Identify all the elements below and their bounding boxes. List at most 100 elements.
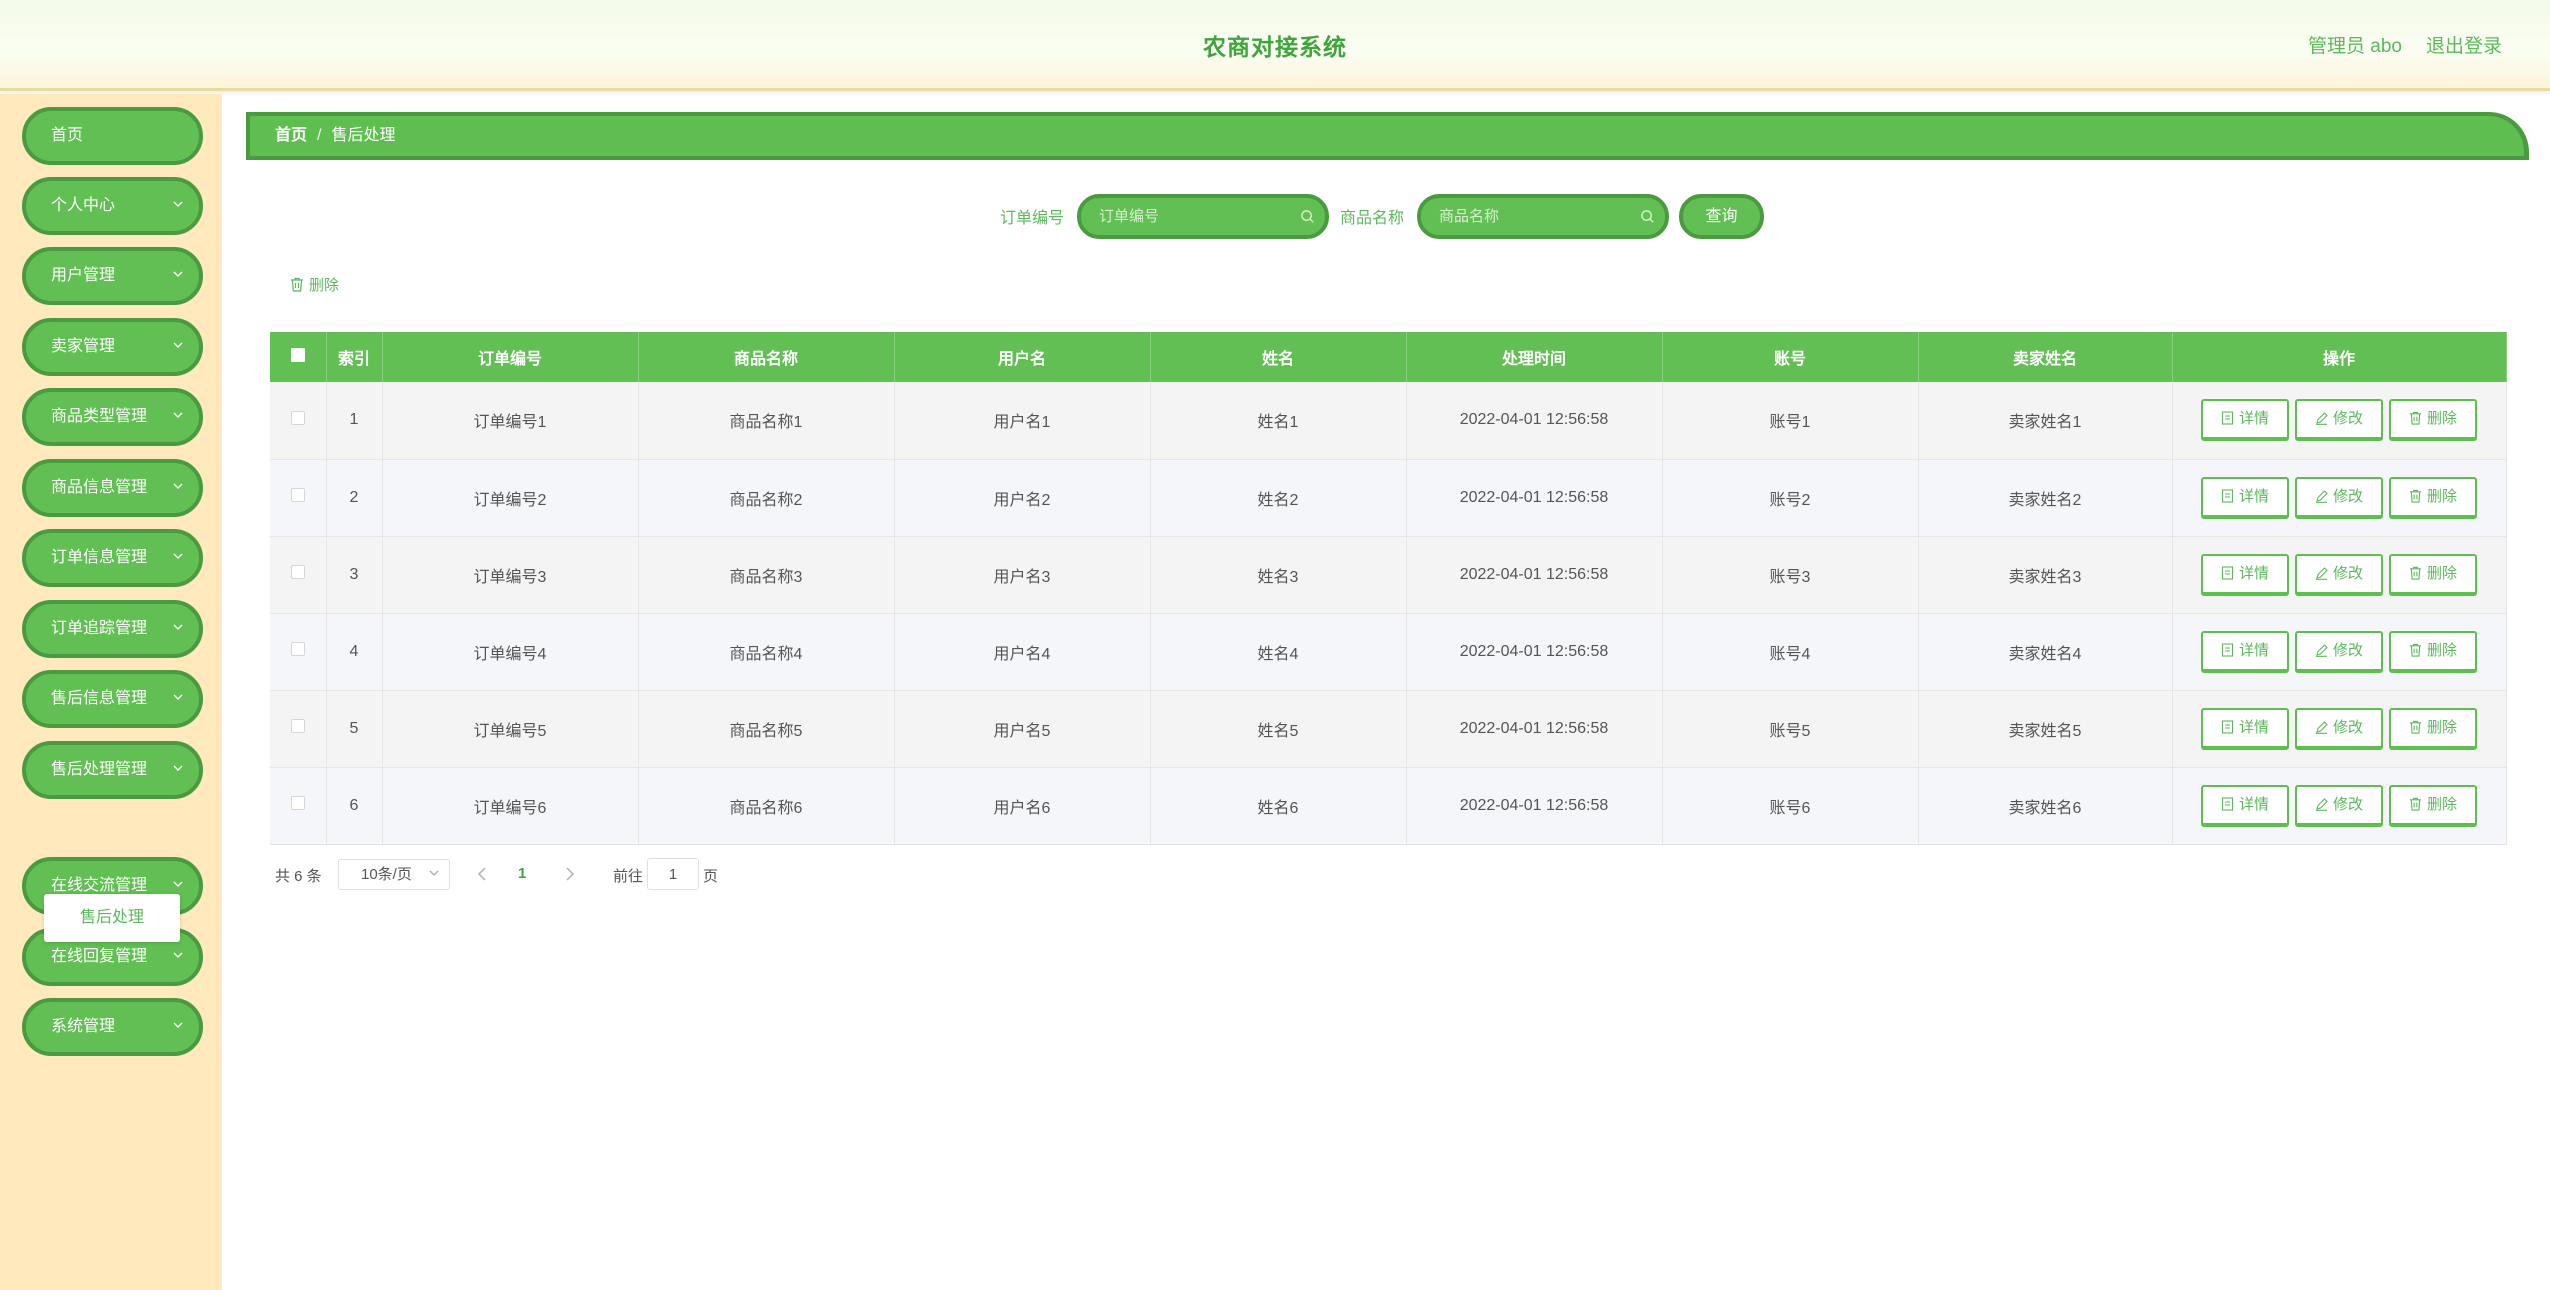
chevron-down-icon xyxy=(173,271,183,277)
edit-button[interactable]: 修改 xyxy=(2295,630,2383,673)
sidebar-item-order-tracking-management[interactable]: 订单追踪管理 xyxy=(22,600,203,658)
cell-username: 用户名1 xyxy=(894,382,1151,460)
table-row: 1 订单编号1 商品名称1 用户名1 姓名1 2022-04-01 12:56:58 账号1… xyxy=(270,382,2507,460)
detail-label: 详情 xyxy=(2238,410,2269,428)
row-checkbox[interactable] xyxy=(290,719,305,733)
sidebar: 首页个人中心用户管理卖家管理商品类型管理 商品信息管理 订单信息管理订单追踪管理售后… xyxy=(0,94,222,1290)
page-size-select[interactable]: 10条/页 xyxy=(338,859,450,890)
document-icon xyxy=(2221,488,2234,503)
sidebar-item-order-info-management[interactable]: 订单信息管理 xyxy=(22,529,203,587)
cell-time: 2022-04-01 12:56:58 xyxy=(1406,382,1663,460)
delete-button[interactable]: 删除 xyxy=(2389,399,2477,442)
sidebar-item-product-info-management[interactable]: 商品信息管理 xyxy=(22,459,203,517)
delete-button[interactable]: 删除 xyxy=(2389,784,2477,827)
cell-seller: 卖家姓名3 xyxy=(1918,536,2173,614)
edit-button[interactable]: 修改 xyxy=(2295,784,2383,827)
select-all-checkbox[interactable] xyxy=(290,347,305,362)
row-checkbox[interactable] xyxy=(290,796,305,810)
detail-label: 详情 xyxy=(2238,795,2269,813)
breadcrumb-home[interactable]: 首页 xyxy=(275,127,307,144)
detail-button[interactable]: 详情 xyxy=(2201,784,2289,827)
cell-name: 姓名2 xyxy=(1150,459,1407,537)
sidebar-item-product-type-management[interactable]: 商品类型管理 xyxy=(22,388,203,446)
edit-icon xyxy=(2315,643,2328,657)
detail-button[interactable]: 详情 xyxy=(2201,630,2289,673)
detail-button[interactable]: 详情 xyxy=(2201,707,2289,750)
sidebar-item-seller-management[interactable]: 卖家管理 xyxy=(22,318,203,376)
order-no-search-box xyxy=(1077,194,1329,239)
sidebar-item-after-sales-info-management[interactable]: 售后信息管理 xyxy=(22,670,203,728)
cell-username: 用户名5 xyxy=(894,690,1151,768)
cell-product: 商品名称4 xyxy=(638,613,895,691)
edit-label: 修改 xyxy=(2332,641,2363,659)
document-icon xyxy=(2221,411,2234,425)
delete-button[interactable]: 删除 xyxy=(2389,630,2477,673)
column-header: 姓名 xyxy=(1150,332,1407,382)
chevron-down-icon xyxy=(173,881,183,887)
table-row: 2 订单编号2 商品名称2 用户名2 姓名2 2022-04-01 12:56:58 账号2… xyxy=(270,459,2507,537)
edit-label: 修改 xyxy=(2332,718,2363,736)
cell-username: 用户名3 xyxy=(894,536,1151,614)
row-select-cell xyxy=(270,613,327,691)
cell-seller: 卖家姓名2 xyxy=(1918,459,2173,537)
page-number-current[interactable]: 1 xyxy=(518,865,526,882)
order-no-label: 订单编号 xyxy=(1000,210,1065,227)
prev-page-button[interactable] xyxy=(475,862,489,886)
cell-name: 姓名4 xyxy=(1150,613,1407,691)
delete-button[interactable]: 删除 xyxy=(2389,707,2477,750)
detail-button[interactable]: 详情 xyxy=(2201,399,2289,442)
cell-index: 1 xyxy=(326,382,383,460)
breadcrumb-separator: / xyxy=(317,127,322,144)
row-checkbox[interactable] xyxy=(290,488,305,502)
logout-link[interactable]: 退出登录 xyxy=(2426,31,2502,58)
table-row: 5 订单编号5 商品名称5 用户名5 姓名5 2022-04-01 12:56:58 账号5… xyxy=(270,690,2507,768)
delete-label: 删除 xyxy=(2426,564,2457,582)
edit-button[interactable]: 修改 xyxy=(2295,399,2383,442)
cell-index: 6 xyxy=(326,767,383,845)
sidebar-item-label: 系统管理 xyxy=(51,1018,116,1035)
next-page-button[interactable] xyxy=(563,862,577,886)
column-header: 操作 xyxy=(2172,332,2507,382)
cell-account: 账号6 xyxy=(1662,767,1919,845)
document-icon xyxy=(2221,642,2234,657)
submenu-item-after-sales-process[interactable]: 售后处理 xyxy=(44,894,180,942)
sidebar-item-after-sales-process-management[interactable]: 售后处理管理 xyxy=(22,741,203,799)
chevron-down-icon xyxy=(173,694,183,700)
chevron-down-icon xyxy=(173,342,183,348)
cell-actions: 详情 修改 删除 xyxy=(2172,382,2507,460)
pagination-total: 共 6 条 xyxy=(275,868,322,885)
edit-button[interactable]: 修改 xyxy=(2295,553,2383,596)
product-name-input[interactable] xyxy=(1439,198,1619,235)
row-checkbox[interactable] xyxy=(290,565,305,579)
cell-order-no: 订单编号5 xyxy=(382,690,639,768)
cell-order-no: 订单编号2 xyxy=(382,459,639,537)
edit-icon xyxy=(2315,489,2328,503)
edit-button[interactable]: 修改 xyxy=(2295,476,2383,519)
sidebar-item-label: 卖家管理 xyxy=(51,338,116,355)
detail-label: 详情 xyxy=(2238,487,2269,505)
query-button[interactable]: 查询 xyxy=(1679,194,1764,239)
cell-actions: 详情 修改 删除 xyxy=(2172,767,2507,845)
sidebar-item-personal-center[interactable]: 个人中心 xyxy=(22,177,203,235)
sidebar-item-home[interactable]: 首页 xyxy=(22,107,203,165)
detail-button[interactable]: 详情 xyxy=(2201,553,2289,596)
cell-seller: 卖家姓名6 xyxy=(1918,767,2173,845)
sidebar-item-label: 订单追踪管理 xyxy=(51,620,148,637)
order-no-input[interactable] xyxy=(1099,198,1279,235)
delete-button[interactable]: 删除 xyxy=(2389,476,2477,519)
sidebar-item-system-management[interactable]: 系统管理 xyxy=(22,998,203,1056)
product-name-label: 商品名称 xyxy=(1340,210,1405,227)
row-checkbox[interactable] xyxy=(290,642,305,656)
batch-delete-button[interactable]: 删除 xyxy=(290,274,339,295)
cell-product: 商品名称5 xyxy=(638,690,895,768)
detail-button[interactable]: 详情 xyxy=(2201,476,2289,519)
edit-button[interactable]: 修改 xyxy=(2295,707,2383,750)
delete-button[interactable]: 删除 xyxy=(2389,553,2477,596)
cell-order-no: 订单编号1 xyxy=(382,382,639,460)
row-checkbox[interactable] xyxy=(290,410,305,425)
cell-time: 2022-04-01 12:56:58 xyxy=(1406,459,1663,537)
sidebar-item-user-management[interactable]: 用户管理 xyxy=(22,247,203,305)
column-header: 商品名称 xyxy=(638,332,895,382)
goto-page-input[interactable] xyxy=(647,858,699,890)
search-icon xyxy=(1641,210,1654,223)
